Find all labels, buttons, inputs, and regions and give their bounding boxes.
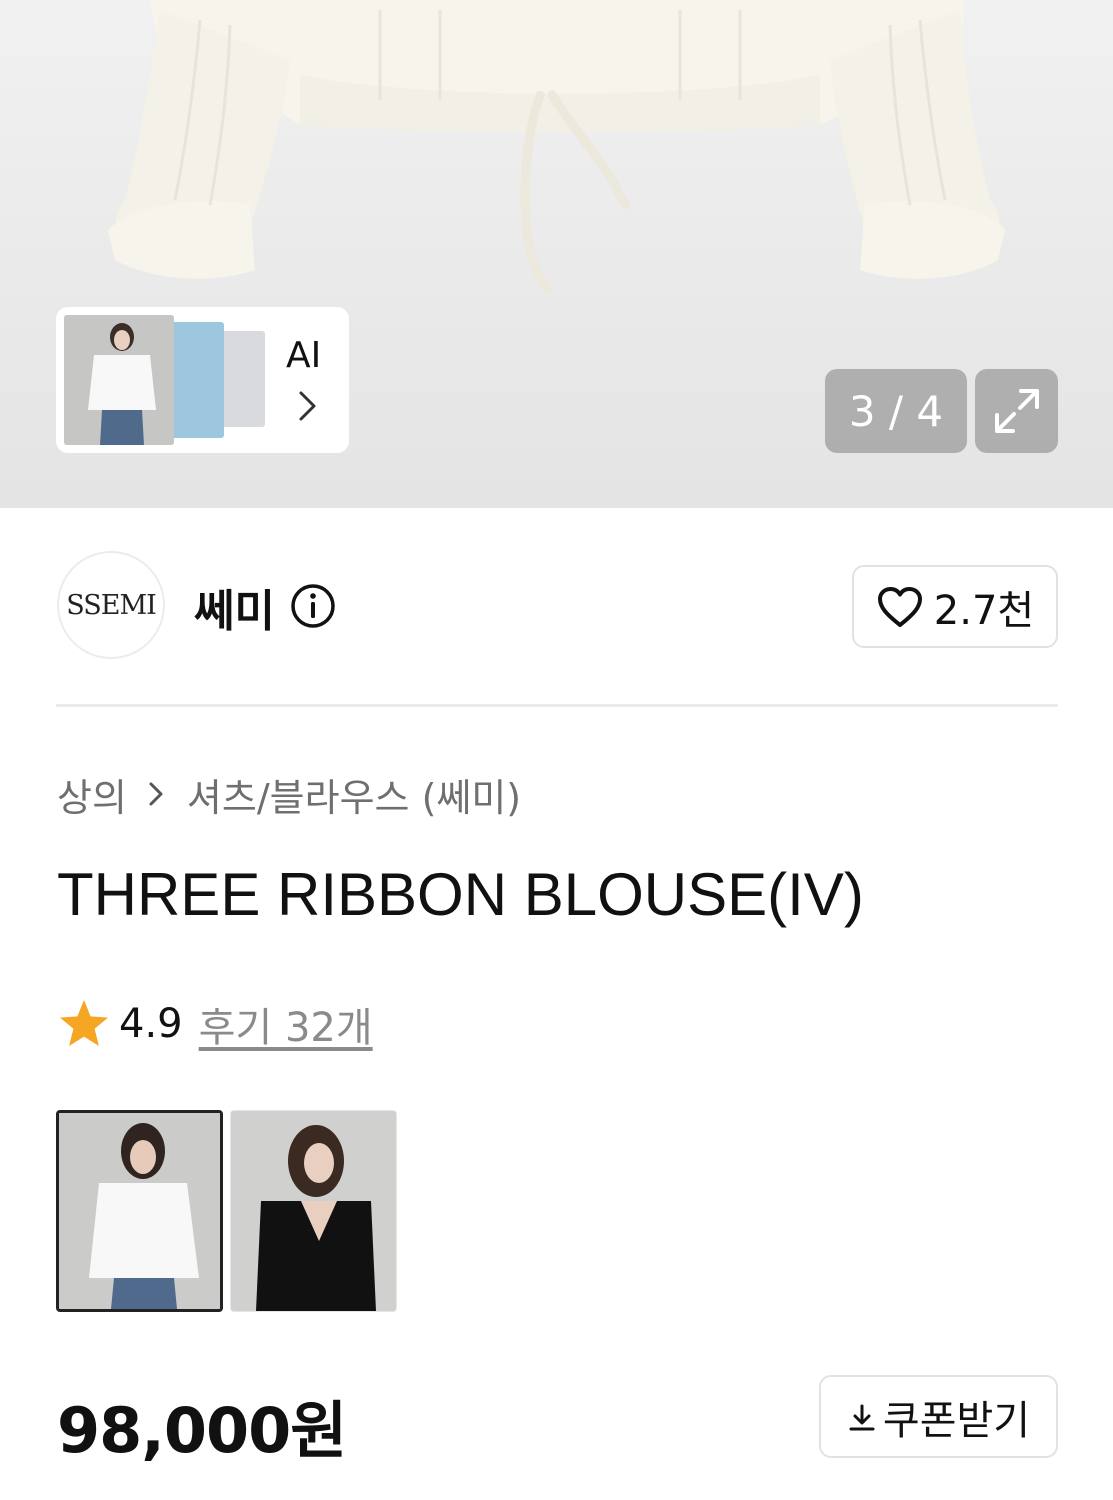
rating-score: 4.9 bbox=[119, 1001, 183, 1047]
breadcrumb: 상의 셔츠/블라우스 (쎄미) bbox=[57, 766, 521, 822]
color-option-ivory[interactable] bbox=[56, 1110, 223, 1312]
info-icon[interactable] bbox=[290, 583, 336, 629]
coupon-label: 쿠폰받기 bbox=[882, 1397, 1031, 1444]
ai-thumbnail-1 bbox=[64, 315, 174, 445]
product-title: THREE RIBBON BLOUSE(IV) bbox=[57, 861, 864, 928]
like-button[interactable]: 2.7천 bbox=[852, 565, 1058, 648]
breadcrumb-subcategory[interactable]: 셔츠/블라우스 (쎄미) bbox=[187, 767, 521, 822]
ai-label: AI bbox=[286, 335, 322, 376]
heart-icon bbox=[877, 586, 922, 627]
chevron-right-icon bbox=[299, 391, 316, 421]
chevron-right-icon bbox=[149, 782, 163, 806]
ai-thumbnail-2 bbox=[166, 322, 224, 438]
rating-row: 4.9 후기 32개 bbox=[57, 994, 373, 1054]
ai-thumbnail-3 bbox=[221, 331, 265, 427]
review-count-link[interactable]: 후기 32개 bbox=[199, 995, 373, 1053]
divider bbox=[56, 704, 1058, 707]
coupon-button[interactable]: 쿠폰받기 bbox=[819, 1375, 1058, 1458]
brand-name[interactable]: 쎄미 bbox=[194, 575, 275, 639]
color-option-black[interactable] bbox=[230, 1110, 397, 1312]
star-icon bbox=[60, 1000, 108, 1046]
fullscreen-button[interactable] bbox=[975, 369, 1058, 453]
ai-lookbook-card[interactable]: AI bbox=[56, 307, 349, 453]
image-counter: 3 / 4 bbox=[825, 369, 967, 453]
like-count: 2.7천 bbox=[933, 587, 1035, 634]
brand-logo[interactable]: SSEMI bbox=[57, 551, 165, 659]
breadcrumb-category[interactable]: 상의 bbox=[57, 767, 127, 822]
expand-icon bbox=[994, 389, 1039, 433]
product-price: 98,000원 bbox=[57, 1394, 347, 1467]
product-image-gallery[interactable]: AI 3 / 4 bbox=[0, 0, 1113, 508]
option-thumbnail bbox=[231, 1111, 396, 1311]
download-icon bbox=[849, 1404, 875, 1430]
option-thumbnail bbox=[59, 1113, 220, 1309]
